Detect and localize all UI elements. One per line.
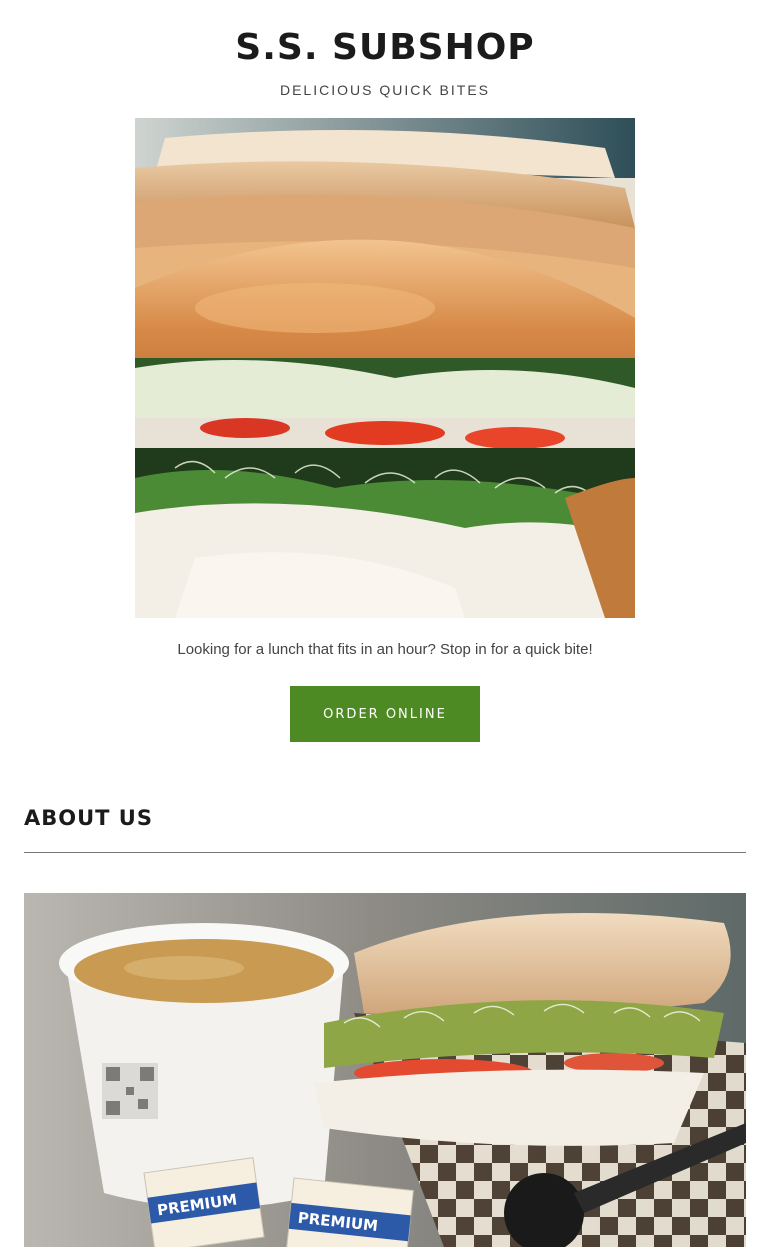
section-divider (24, 852, 746, 853)
order-online-button[interactable]: ORDER ONLINE (290, 686, 480, 742)
site-title[interactable]: S.S. SUBSHOP (0, 0, 770, 68)
site-tagline: DELICIOUS QUICK BITES (279, 82, 491, 98)
about-us-heading: ABOUT US (24, 806, 153, 830)
hero-image (135, 118, 635, 618)
about-image: PREMIUM PREMIUM (24, 893, 746, 1247)
intro-text: Looking for a lunch that fits in an hour… (177, 641, 593, 658)
site-header: S.S. SUBSHOP DELICIOUS QUICK BITES (0, 0, 770, 99)
